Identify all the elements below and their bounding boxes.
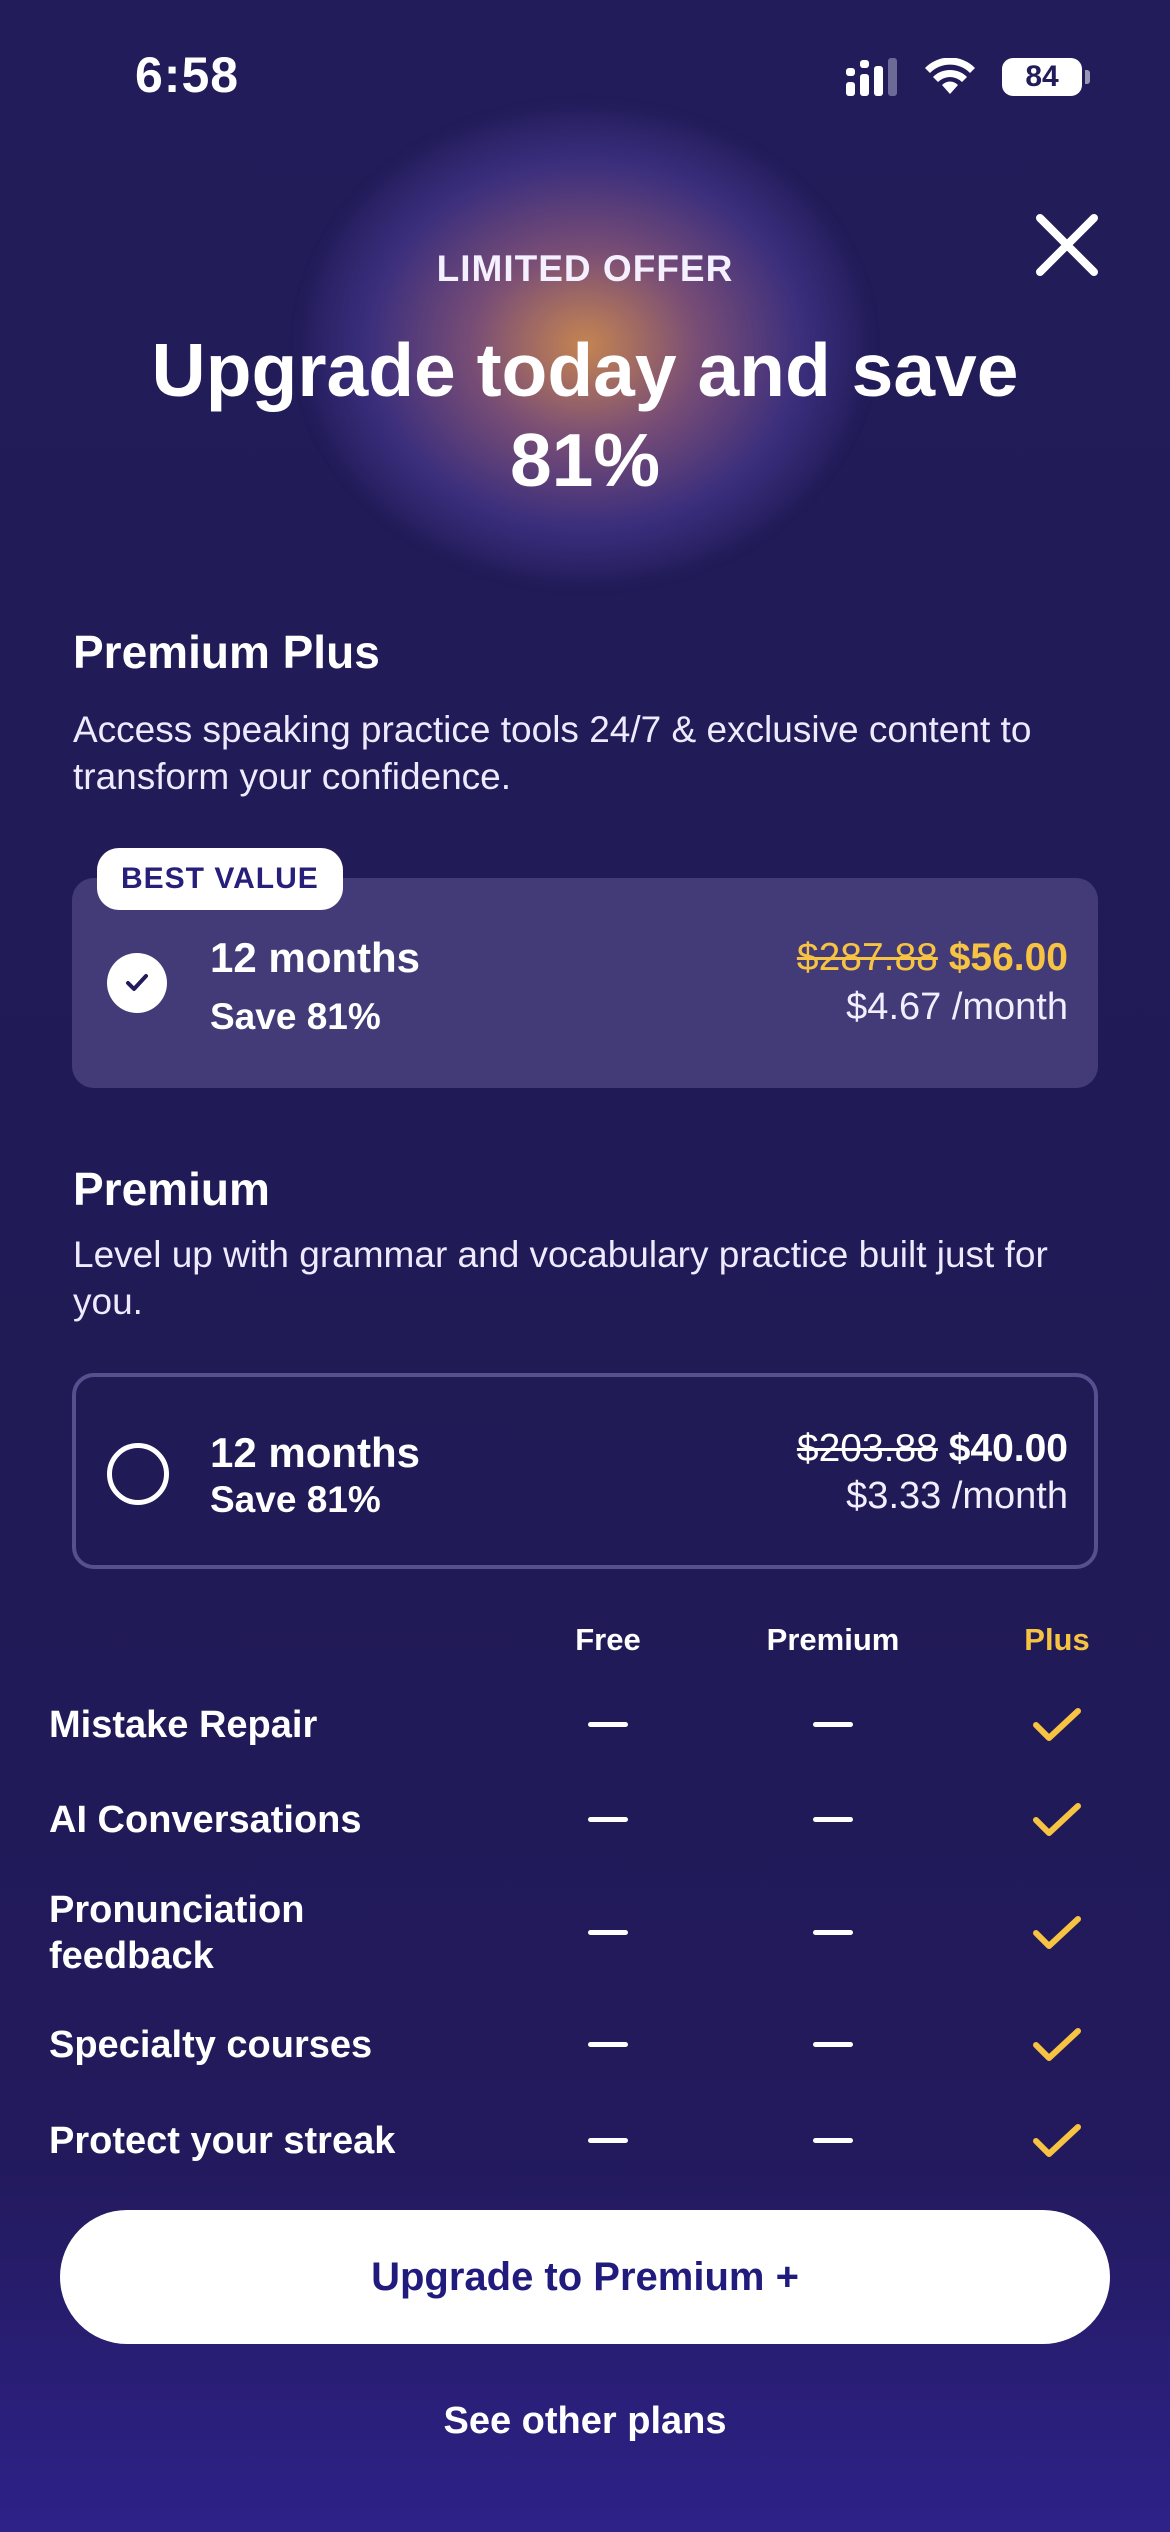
column-header-free: Free (575, 1622, 641, 1657)
dash-icon (813, 1722, 853, 1727)
plan-option-premium[interactable]: 12 months Save 81% $203.88 $40.00 $3.33 … (72, 1373, 1098, 1569)
radio-unselected[interactable] (107, 1443, 169, 1505)
best-value-badge: BEST VALUE (97, 848, 343, 910)
plan-savings: Save 81% (210, 996, 381, 1037)
dash-icon (588, 2138, 628, 2143)
feature-label: Pronunciation feedback (49, 1889, 305, 1977)
feature-label: Protect your streak (49, 2120, 396, 2162)
plan-title-premium-plus: Premium Plus (73, 626, 380, 678)
dash-icon (588, 1930, 628, 1935)
feature-label: Specialty courses (49, 2024, 373, 2066)
discounted-price: $40.00 (948, 1427, 1068, 1470)
plan-duration: 12 months (210, 1429, 421, 1476)
radio-selected[interactable] (107, 953, 167, 1013)
battery-icon: 84 (1002, 58, 1090, 96)
discounted-price: $56.00 (948, 936, 1068, 979)
check-icon (1033, 1803, 1081, 1836)
check-icon (1033, 1708, 1081, 1741)
original-price: $287.88 (796, 936, 938, 979)
plan-title-premium: Premium (73, 1163, 270, 1215)
plan-duration: 12 months (210, 934, 421, 981)
monthly-price: $3.33 /month (846, 1475, 1068, 1517)
status-time: 6:58 (135, 47, 240, 103)
column-header-plus: Plus (1024, 1622, 1090, 1657)
plan-description-premium-plus: Access speaking practice tools 24/7 & ex… (73, 709, 1032, 797)
offer-label: LIMITED OFFER (436, 248, 734, 289)
feature-label: AI Conversations (49, 1799, 362, 1841)
dash-icon (813, 1930, 853, 1935)
status-icons: 84 (846, 58, 1090, 96)
check-icon (1033, 1916, 1081, 1949)
cellular-signal-icon (846, 58, 897, 96)
check-icon (1033, 2124, 1081, 2157)
plan-description-premium: Level up with grammar and vocabulary pra… (73, 1234, 1048, 1322)
checkmark-icon (126, 974, 148, 991)
dash-icon (813, 1817, 853, 1822)
upgrade-button[interactable]: Upgrade to Premium + (60, 2210, 1110, 2344)
check-icon (1033, 2028, 1081, 2061)
battery-level: 84 (1002, 58, 1082, 96)
dash-icon (588, 1817, 628, 1822)
monthly-price: $4.67 /month (846, 986, 1068, 1028)
dash-icon (588, 2042, 628, 2047)
see-other-plans-link[interactable]: See other plans (0, 2400, 1170, 2443)
feature-label: Mistake Repair (49, 1704, 318, 1746)
page-title: Upgrade today and save 81% (151, 328, 1019, 502)
dash-icon (588, 1722, 628, 1727)
plan-savings: Save 81% (210, 1479, 381, 1520)
price-line: $203.88 $40.00 (797, 1427, 1068, 1471)
original-price: $203.88 (796, 1427, 938, 1470)
wifi-icon (925, 58, 975, 94)
price-line: $287.88 $56.00 (797, 936, 1068, 980)
dash-icon (813, 2138, 853, 2143)
dash-icon (813, 2042, 853, 2047)
column-header-premium: Premium (766, 1622, 900, 1657)
